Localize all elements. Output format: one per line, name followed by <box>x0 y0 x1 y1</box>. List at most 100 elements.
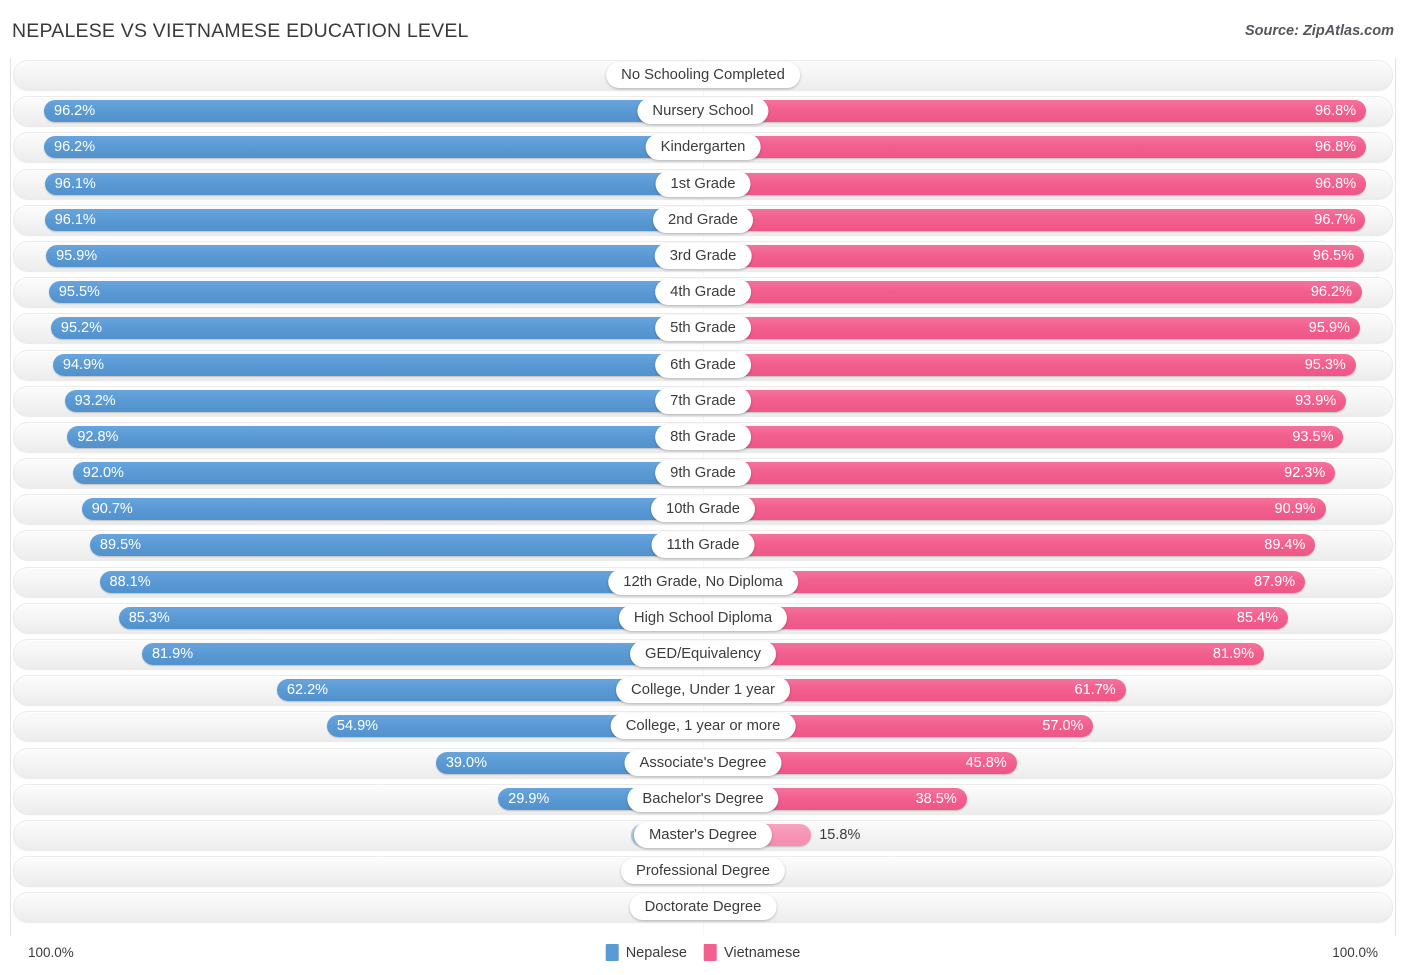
value-label-nepalese: 95.2% <box>60 320 102 337</box>
value-label-vietnamese: 61.7% <box>1074 682 1116 699</box>
bar-nepalese <box>142 643 703 665</box>
value-label-vietnamese: 95.9% <box>1308 320 1350 337</box>
bar-nepalese <box>44 172 703 195</box>
bar-row: 1.3%1.9%Doctorate Degree <box>11 892 1395 923</box>
category-label: Nursery School <box>637 98 769 125</box>
bar-nepalese <box>118 606 703 629</box>
bar-vietnamese <box>703 172 1367 195</box>
bar-rows-container: 3.8%3.2%No Schooling Completed 96.2% 96.8%… <box>11 60 1395 936</box>
value-label-vietnamese: 92.3% <box>1284 465 1326 482</box>
bar-vietnamese <box>703 425 1344 448</box>
category-label: 6th Grade <box>655 351 751 378</box>
bar-vietnamese <box>703 498 1326 521</box>
bar-nepalese <box>89 534 703 557</box>
bar-row: 85.3% 85.4% High School Diploma <box>11 602 1395 633</box>
value-label-nepalese: 96.2% <box>54 103 96 120</box>
value-label-vietnamese: 90.9% <box>1274 501 1316 518</box>
bar-row: 96.2% 96.8% Kindergarten <box>11 132 1395 163</box>
value-label-vietnamese: 95.3% <box>1304 356 1346 373</box>
bar-row: 96.1% 96.7% 2nd Grade <box>11 204 1395 235</box>
category-label: Bachelor's Degree <box>627 785 779 812</box>
category-label: No Schooling Completed <box>606 62 800 88</box>
bar-vietnamese <box>703 136 1367 159</box>
value-label-vietnamese: 96.8% <box>1314 175 1357 192</box>
bar-row: 3.8%3.2%No Schooling Completed <box>11 60 1395 90</box>
bar-nepalese <box>44 208 703 231</box>
bar-row: 96.2% 96.8% Nursery School <box>11 96 1395 127</box>
bar-vietnamese <box>703 281 1362 304</box>
bar-nepalese <box>72 462 703 485</box>
bar-row: 29.9% 38.5% Bachelor's Degree <box>11 783 1395 814</box>
value-label-vietnamese: 93.9% <box>1295 392 1337 409</box>
bar-nepalese <box>64 389 703 412</box>
legend-label: Vietnamese <box>723 944 801 961</box>
legend-swatch-icon <box>703 944 717 961</box>
value-label-vietnamese: 45.8% <box>965 754 1007 771</box>
axis-label-left: 100.0% <box>28 945 74 960</box>
legend-item: Nepalese <box>605 944 687 961</box>
bar-vietnamese <box>703 389 1347 412</box>
bar-row: 39.0% 45.8% Associate's Degree <box>11 747 1395 778</box>
bar-vietnamese <box>703 244 1365 267</box>
bar-nepalese <box>52 353 703 376</box>
bar-row: 95.9% 96.5% 3rd Grade <box>11 240 1395 271</box>
category-label: College, 1 year or more <box>610 713 796 740</box>
category-label: Kindergarten <box>645 134 761 161</box>
value-label-nepalese: 95.9% <box>56 247 98 264</box>
bar-row: 3.2%4.5%Professional Degree <box>11 856 1395 887</box>
value-label-vietnamese: 87.9% <box>1254 573 1296 590</box>
chart-plot-area: 3.8%3.2%No Schooling Completed 96.2% 96.8%… <box>10 58 1396 936</box>
bar-vietnamese <box>703 100 1367 123</box>
category-label: Master's Degree <box>633 821 773 848</box>
bar-row: 94.9% 95.3% 6th Grade <box>11 349 1395 380</box>
bar-vietnamese <box>703 462 1336 485</box>
value-label-vietnamese: 93.5% <box>1292 428 1334 445</box>
category-label: 12th Grade, No Diploma <box>608 568 798 595</box>
value-label-nepalese: 54.9% <box>336 718 379 735</box>
category-label: 4th Grade <box>655 279 751 306</box>
bar-nepalese <box>44 100 703 123</box>
category-label: 9th Grade <box>655 460 751 487</box>
bar-row: 54.9% 57.0% College, 1 year or more <box>11 711 1395 742</box>
bar-row: 92.0% 92.3% 9th Grade <box>11 458 1395 489</box>
bar-row: 96.1% 96.8% 1st Grade <box>11 168 1395 199</box>
value-label-nepalese: 29.9% <box>508 790 550 807</box>
value-label-nepalese: 96.2% <box>54 139 96 156</box>
bar-row: 81.9% 81.9% GED/Equivalency <box>11 639 1395 669</box>
category-label: 5th Grade <box>655 315 751 342</box>
chart-footer: 100.0% Nepalese Vietnamese 100.0% <box>10 936 1396 975</box>
value-label-nepalese: 93.2% <box>74 392 116 409</box>
page-title: NEPALESE VS VIETNAMESE EDUCATION LEVEL <box>12 20 469 42</box>
bar-vietnamese <box>703 606 1288 629</box>
value-label-vietnamese: 85.4% <box>1236 609 1278 626</box>
value-label-nepalese: 94.9% <box>62 356 105 373</box>
bar-nepalese <box>81 498 703 521</box>
bar-row: 95.5% 96.2% 4th Grade <box>11 277 1395 308</box>
bar-row: 93.2% 93.9% 7th Grade <box>11 385 1395 416</box>
category-label: Professional Degree <box>620 858 786 885</box>
value-label-vietnamese: 15.8% <box>819 826 861 843</box>
category-label: 3rd Grade <box>654 242 752 269</box>
category-label: Associate's Degree <box>624 749 782 776</box>
value-label-nepalese: 96.1% <box>54 211 96 228</box>
category-label: 8th Grade <box>655 423 751 450</box>
category-label: GED/Equivalency <box>630 641 776 667</box>
value-label-vietnamese: 81.9% <box>1212 646 1255 662</box>
category-label: 7th Grade <box>655 387 751 414</box>
category-label: 10th Grade <box>650 496 756 523</box>
value-label-nepalese: 92.0% <box>82 465 124 482</box>
value-label-nepalese: 88.1% <box>109 573 151 590</box>
bar-vietnamese <box>703 353 1356 376</box>
bar-nepalese <box>44 136 703 159</box>
value-label-nepalese: 62.2% <box>286 682 329 699</box>
value-label-nepalese: 95.5% <box>58 284 100 301</box>
value-label-vietnamese: 57.0% <box>1042 718 1084 735</box>
bar-vietnamese <box>703 208 1366 231</box>
bar-row: 95.2% 95.9% 5th Grade <box>11 313 1395 344</box>
value-label-nepalese: 96.1% <box>54 175 96 192</box>
bar-row: 90.7% 90.9% 10th Grade <box>11 494 1395 525</box>
bar-row: 62.2% 61.7% College, Under 1 year <box>11 675 1395 706</box>
value-label-vietnamese: 96.5% <box>1312 247 1355 264</box>
value-label-vietnamese: 96.7% <box>1314 211 1356 228</box>
bar-nepalese <box>46 244 703 267</box>
